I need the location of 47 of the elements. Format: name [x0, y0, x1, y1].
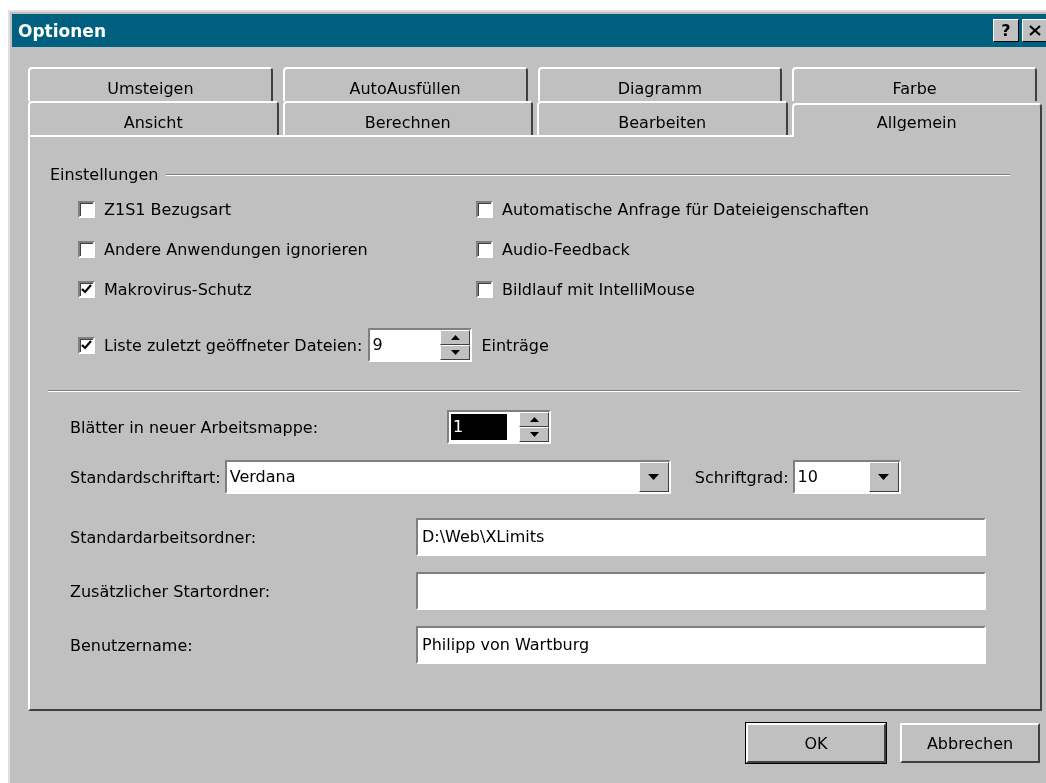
field-label: Zusätzlicher Startordner: — [70, 581, 272, 601]
checkbox-label: Bildlauf mit IntelliMouse — [502, 279, 695, 299]
checkbox-label: Z1S1 Bezugsart — [104, 199, 232, 219]
field-label: Schriftgrad: — [694, 467, 789, 487]
checkbox-label: Audio-Feedback — [502, 239, 630, 259]
checkbox[interactable] — [78, 280, 95, 298]
checkbox[interactable] — [476, 280, 493, 298]
checkbox-label: Liste zuletzt geöffneter Dateien: — [104, 335, 363, 355]
help-button[interactable]: ? — [993, 19, 1019, 42]
dropdown-arrow-icon — [648, 474, 660, 480]
checkbox-label: Makrovirus-Schutz — [104, 279, 252, 299]
checkbox[interactable] — [78, 200, 95, 218]
font-dropdown[interactable]: Verdana — [224, 460, 671, 494]
input-field[interactable]: Philipp von Wartburg — [416, 626, 986, 664]
tab[interactable]: Bearbeiten — [537, 101, 788, 135]
ok-button[interactable]: OK — [746, 723, 886, 763]
field-label: Standardarbeitsordner: — [70, 527, 258, 547]
tab[interactable]: AutoAusfüllen — [282, 67, 528, 101]
checkbox[interactable] — [78, 240, 95, 258]
checkbox[interactable] — [78, 336, 95, 354]
window-title: Optionen — [18, 20, 107, 41]
input-field[interactable] — [416, 572, 986, 610]
tab[interactable]: Farbe — [792, 67, 1037, 101]
size-dropdown[interactable]: 10 — [792, 460, 901, 494]
checkbox[interactable] — [476, 240, 493, 258]
spin-field[interactable]: 9 — [368, 328, 473, 362]
tab[interactable]: Allgemein — [791, 103, 1042, 137]
input-field[interactable]: D:\Web\XLimits — [416, 518, 986, 556]
field-label: Blätter in neuer Arbeitsmappe: — [70, 417, 320, 437]
checkbox-label: Andere Anwendungen ignorieren — [104, 239, 368, 259]
dropdown-arrow-icon — [878, 474, 890, 480]
group-title: Einstellungen — [50, 165, 159, 184]
cancel-button[interactable]: Abbrechen — [900, 723, 1040, 763]
field-label: Standardschriftart: — [70, 467, 221, 487]
spin-field[interactable]: 1 — [447, 410, 551, 444]
close-icon — [1029, 25, 1041, 36]
close-button[interactable] — [1022, 19, 1046, 42]
field-label: Benutzername: — [70, 635, 194, 655]
checkbox[interactable] — [476, 200, 493, 218]
tab[interactable]: Umsteigen — [28, 67, 273, 101]
spin-buttons[interactable] — [440, 330, 471, 360]
checkbox-label: Automatische Anfrage für Dateieigenschaften — [502, 199, 869, 219]
spin-buttons[interactable] — [519, 412, 549, 442]
tab[interactable]: Berechnen — [282, 101, 533, 135]
unit-label: Einträge — [481, 335, 549, 355]
tab[interactable]: Ansicht — [28, 101, 279, 135]
tab[interactable]: Diagramm — [537, 67, 783, 101]
